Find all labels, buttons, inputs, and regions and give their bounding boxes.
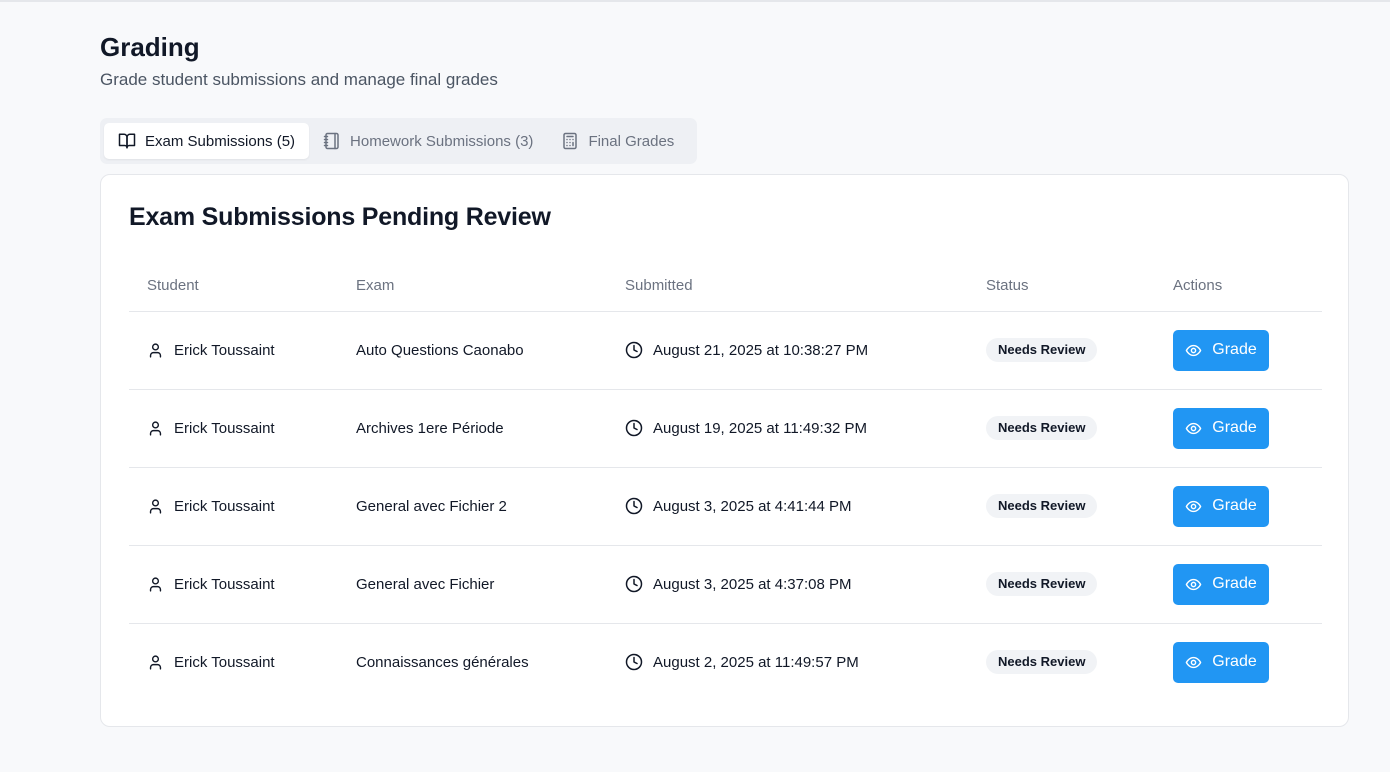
status-cell: Needs Review: [968, 467, 1155, 546]
actions-cell: Grade: [1155, 311, 1322, 390]
column-header-submitted: Submitted: [607, 261, 968, 312]
tab-exam-submissions-label: Exam Submissions (5): [145, 132, 296, 150]
status-cell: Needs Review: [968, 311, 1155, 390]
eye-icon: [1185, 344, 1202, 356]
clock-icon: [625, 654, 643, 671]
status-badge: Needs Review: [986, 494, 1098, 518]
status-badge: Needs Review: [986, 416, 1098, 440]
eye-icon: [1185, 578, 1202, 590]
page-title: Grading: [100, 32, 200, 62]
grade-button-label: Grade: [1212, 575, 1257, 592]
column-header-exam: Exam: [338, 261, 607, 312]
exam-name: General avec Fichier: [338, 545, 607, 624]
grade-button[interactable]: Grade: [1173, 407, 1269, 449]
student-name: Erick Toussaint: [174, 341, 275, 359]
status-badge: Needs Review: [986, 572, 1098, 596]
table-row: Erick Toussaint General avec Fichier 2 A…: [129, 467, 1322, 546]
submitted-time: August 3, 2025 at 4:41:44 PM: [653, 497, 852, 515]
column-header-actions: Actions: [1155, 261, 1322, 312]
status-cell: Needs Review: [968, 623, 1155, 701]
calculator-icon: [563, 132, 578, 150]
submitted-cell: August 3, 2025 at 4:41:44 PM: [607, 467, 968, 546]
grade-button-label: Grade: [1212, 653, 1257, 671]
user-icon: [149, 576, 162, 592]
grade-button[interactable]: Grade: [1173, 329, 1269, 371]
clock-icon: [625, 575, 643, 593]
submissions-table: Student Exam Submitted Status Actions Er…: [129, 261, 1322, 701]
submissions-card: Exam Submissions Pending Review Student …: [100, 174, 1349, 727]
column-header-status: Status: [968, 261, 1155, 312]
exam-name: Archives 1ere Période: [338, 389, 607, 468]
clock-icon: [625, 341, 643, 359]
actions-cell: Grade: [1155, 623, 1322, 701]
table-row: Erick Toussaint Auto Questions Caonabo A…: [129, 311, 1322, 390]
notebook-icon: [323, 132, 339, 150]
clock-icon: [625, 497, 643, 515]
student-name: Erick Toussaint: [174, 497, 275, 515]
submitted-time: August 3, 2025 at 4:37:08 PM: [653, 575, 852, 593]
tab-homework-submissions-label: Homework Submissions (3): [350, 132, 534, 150]
grade-button-label: Grade: [1212, 419, 1257, 436]
student-name: Erick Toussaint: [174, 653, 275, 671]
table-header-row: Student Exam Submitted Status Actions: [129, 261, 1322, 312]
student-cell: Erick Toussaint: [129, 389, 338, 468]
top-border: [0, 0, 1390, 2]
submitted-cell: August 21, 2025 at 10:38:27 PM: [607, 311, 968, 390]
column-header-student: Student: [129, 261, 338, 312]
eye-icon: [1185, 656, 1202, 668]
student-name: Erick Toussaint: [174, 419, 275, 437]
grade-button[interactable]: Grade: [1173, 563, 1269, 605]
exam-name: General avec Fichier 2: [338, 467, 607, 546]
table-row: Erick Toussaint Connaissances générales …: [129, 623, 1322, 701]
submitted-cell: August 2, 2025 at 11:49:57 PM: [607, 623, 968, 701]
grade-button[interactable]: Grade: [1173, 485, 1269, 527]
status-cell: Needs Review: [968, 389, 1155, 468]
status-cell: Needs Review: [968, 545, 1155, 624]
actions-cell: Grade: [1155, 389, 1322, 468]
student-cell: Erick Toussaint: [129, 467, 338, 546]
tab-homework-submissions[interactable]: Homework Submissions (3): [309, 123, 547, 159]
student-cell: Erick Toussaint: [129, 623, 338, 701]
user-icon: [149, 342, 162, 358]
grade-button-label: Grade: [1212, 341, 1257, 358]
submitted-time: August 21, 2025 at 10:38:27 PM: [653, 341, 869, 359]
submitted-cell: August 3, 2025 at 4:37:08 PM: [607, 545, 968, 624]
tab-final-grades[interactable]: Final Grades: [547, 123, 688, 159]
status-badge: Needs Review: [986, 338, 1098, 362]
card-title: Exam Submissions Pending Review: [129, 203, 551, 231]
user-icon: [149, 420, 162, 436]
actions-cell: Grade: [1155, 545, 1322, 624]
eye-icon: [1185, 500, 1202, 512]
actions-cell: Grade: [1155, 467, 1322, 546]
eye-icon: [1185, 422, 1202, 434]
student-cell: Erick Toussaint: [129, 311, 338, 390]
tab-exam-submissions[interactable]: Exam Submissions (5): [104, 123, 310, 159]
student-cell: Erick Toussaint: [129, 545, 338, 624]
exam-name: Auto Questions Caonabo: [338, 311, 607, 390]
table-row: Erick Toussaint General avec Fichier Aug…: [129, 545, 1322, 624]
table-row: Erick Toussaint Archives 1ere Période Au…: [129, 389, 1322, 468]
status-badge: Needs Review: [986, 650, 1098, 675]
student-name: Erick Toussaint: [174, 575, 275, 593]
clock-icon: [625, 419, 643, 437]
book-open-icon: [118, 133, 136, 149]
submitted-cell: August 19, 2025 at 11:49:32 PM: [607, 389, 968, 468]
tab-final-grades-label: Final Grades: [588, 132, 675, 150]
grade-button-label: Grade: [1212, 497, 1257, 514]
user-icon: [149, 498, 162, 514]
grade-button[interactable]: Grade: [1173, 641, 1269, 683]
exam-name: Connaissances générales: [356, 653, 529, 671]
submitted-time: August 19, 2025 at 11:49:32 PM: [653, 419, 868, 437]
user-icon: [149, 655, 162, 670]
submitted-time: August 2, 2025 at 11:49:57 PM: [653, 653, 859, 671]
grading-page: Grading Grade student submissions and ma…: [100, 30, 1349, 727]
tab-list: Exam Submissions (5) Homework Submission…: [100, 118, 697, 164]
page-subtitle: Grade student submissions and manage fin…: [100, 70, 498, 89]
